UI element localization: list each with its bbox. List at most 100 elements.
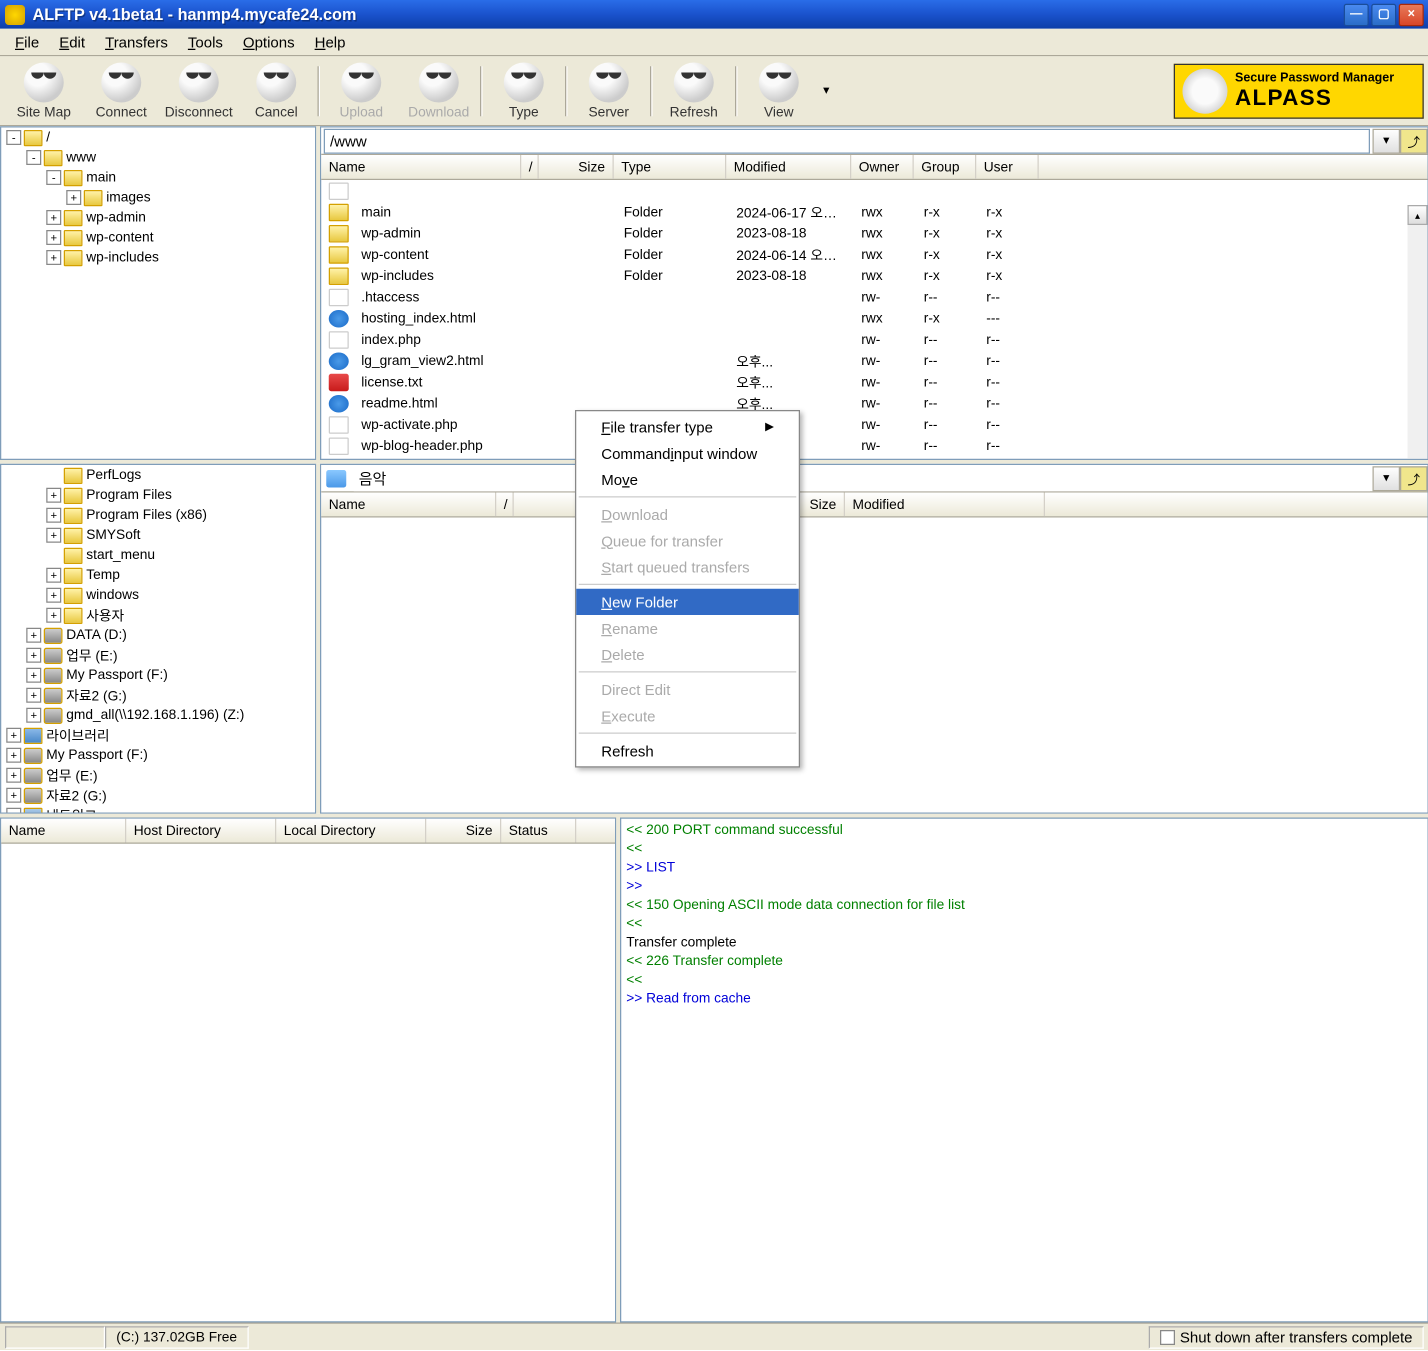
remote-row[interactable]: lg_gram_view2.html오후...rw-r--r--	[321, 350, 1427, 371]
local-tree-item[interactable]: +My Passport (F:)	[1, 745, 315, 765]
expand-icon[interactable]: +	[46, 568, 61, 583]
expand-icon[interactable]: +	[66, 190, 81, 205]
expand-icon[interactable]: +	[26, 648, 41, 663]
expand-icon[interactable]: +	[6, 748, 21, 763]
ctx-refresh[interactable]: Refresh	[576, 738, 799, 764]
local-list-body[interactable]	[321, 518, 1427, 813]
expand-icon[interactable]: +	[26, 628, 41, 643]
local-tree-item[interactable]: +windows	[1, 585, 315, 605]
local-tree-item[interactable]: +Program Files	[1, 485, 315, 505]
toolbar-server[interactable]: Server	[573, 58, 646, 123]
col-localdirectory[interactable]: Local Directory	[276, 819, 426, 843]
remote-row[interactable]: wp-blog-header.phprw-r--r--	[321, 435, 1427, 456]
col-group[interactable]: Group	[914, 155, 977, 179]
remote-tree-item[interactable]: +wp-admin	[1, 208, 315, 228]
col-modified[interactable]: Modified	[845, 493, 1045, 517]
col-user[interactable]: User	[976, 155, 1039, 179]
remote-tree-item[interactable]: +wp-includes	[1, 248, 315, 268]
maximize-button[interactable]: ▢	[1371, 3, 1396, 26]
expand-icon[interactable]: +	[6, 768, 21, 783]
expand-icon[interactable]: -	[26, 150, 41, 165]
alpass-banner[interactable]: Secure Password Manager ALPASS	[1174, 63, 1424, 118]
col-size[interactable]: Size	[539, 155, 614, 179]
remote-tree-item[interactable]: -www	[1, 148, 315, 168]
remote-row[interactable]	[321, 180, 1427, 201]
remote-row[interactable]: index.phprw-r--r--	[321, 329, 1427, 350]
menu-transfers[interactable]: Transfers	[95, 31, 178, 54]
toolbar-cancel[interactable]: Cancel	[240, 58, 313, 123]
menu-file[interactable]: File	[5, 31, 49, 54]
expand-icon[interactable]: +	[26, 688, 41, 703]
local-history-button[interactable]: ▾	[1373, 466, 1401, 491]
toolbar-upload[interactable]: Upload	[325, 58, 398, 123]
local-tree-item[interactable]: +start_menu	[1, 545, 315, 565]
remote-row[interactable]: wp-adminFolder2023-08-18rwxr-xr-x	[321, 223, 1427, 244]
toolbar-type[interactable]: Type	[488, 58, 561, 123]
local-tree-item[interactable]: +자료2 (G:)	[1, 785, 315, 805]
expand-icon[interactable]: -	[6, 130, 21, 145]
local-tree-item[interactable]: +DATA (D:)	[1, 625, 315, 645]
menu-help[interactable]: Help	[305, 31, 356, 54]
menu-edit[interactable]: Edit	[49, 31, 95, 54]
expand-icon[interactable]: +	[46, 488, 61, 503]
expand-icon[interactable]: +	[46, 608, 61, 623]
col-modified[interactable]: Modified	[726, 155, 851, 179]
remote-path-input[interactable]	[324, 128, 1370, 153]
local-tree-item[interactable]: +업무 (E:)	[1, 645, 315, 665]
remote-row[interactable]: readme.html오후...rw-r--r--	[321, 393, 1427, 414]
expand-icon[interactable]: +	[26, 708, 41, 723]
minimize-button[interactable]: —	[1344, 3, 1369, 26]
local-tree-item[interactable]: +업무 (E:)	[1, 765, 315, 785]
toolbar-view[interactable]: View	[743, 58, 816, 123]
remote-row[interactable]: wp-activate.phprw-r--r--	[321, 414, 1427, 435]
local-path-input[interactable]	[354, 466, 1370, 491]
scroll-up-icon[interactable]: ▴	[1408, 205, 1428, 225]
local-tree-item[interactable]: +SMYSoft	[1, 525, 315, 545]
ctx-command-input-window[interactable]: Command input window	[576, 440, 799, 466]
expand-icon[interactable]: +	[46, 210, 61, 225]
local-tree-item[interactable]: +Program Files (x86)	[1, 505, 315, 525]
col-owner[interactable]: Owner	[851, 155, 914, 179]
remote-tree-item[interactable]: -main	[1, 168, 315, 188]
expand-icon[interactable]: +	[46, 250, 61, 265]
col-size[interactable]: Size	[426, 819, 501, 843]
toolbar-connect[interactable]: Connect	[85, 58, 158, 123]
col-name[interactable]: Name	[1, 819, 126, 843]
col-status[interactable]: Status	[501, 819, 576, 843]
menu-tools[interactable]: Tools	[178, 31, 233, 54]
remote-tree-item[interactable]: +wp-content	[1, 228, 315, 248]
toolbar-refresh[interactable]: Refresh	[658, 58, 731, 123]
ctx-new-folder[interactable]: New Folder	[576, 589, 799, 615]
expand-icon[interactable]: +	[46, 588, 61, 603]
toolbar-disconnect[interactable]: Disconnect	[163, 58, 236, 123]
local-up-button[interactable]: ⤴	[1400, 466, 1428, 491]
local-tree-item[interactable]: +라이브러리	[1, 725, 315, 745]
remote-row[interactable]: mainFolder2024-06-17 오후...rwxr-xr-x	[321, 201, 1427, 222]
local-tree-item[interactable]: +My Passport (F:)	[1, 665, 315, 685]
local-tree-item[interactable]: +네트워크	[1, 805, 315, 814]
ctx-file-transfer-type[interactable]: File transfer type▶	[576, 414, 799, 440]
expand-icon[interactable]: +	[6, 788, 21, 803]
expand-icon[interactable]: +	[46, 508, 61, 523]
remote-row[interactable]: wp-includesFolder2023-08-18rwxr-xr-x	[321, 265, 1427, 286]
remote-row[interactable]: .htaccessrw-r--r--	[321, 286, 1427, 307]
remote-tree-item[interactable]: +images	[1, 188, 315, 208]
remote-up-button[interactable]: ⤴	[1400, 128, 1428, 153]
col-name[interactable]: Name	[321, 155, 521, 179]
expand-icon[interactable]: -	[46, 170, 61, 185]
local-tree-item[interactable]: +Temp	[1, 565, 315, 585]
col-type[interactable]: Type	[614, 155, 727, 179]
expand-icon[interactable]: +	[26, 668, 41, 683]
local-tree-item[interactable]: +자료2 (G:)	[1, 685, 315, 705]
toolbar-more-button[interactable]	[818, 66, 836, 116]
local-tree-item[interactable]: +gmd_all(\\192.168.1.196) (Z:)	[1, 705, 315, 725]
col-hostdirectory[interactable]: Host Directory	[126, 819, 276, 843]
toolbar-site-map[interactable]: Site Map	[8, 58, 81, 123]
remote-tree-item[interactable]: -/	[1, 128, 315, 148]
close-button[interactable]: ×	[1399, 3, 1424, 26]
expand-icon[interactable]: +	[46, 528, 61, 543]
ctx-move[interactable]: Move	[576, 466, 799, 492]
remote-history-button[interactable]: ▾	[1373, 128, 1401, 153]
expand-icon[interactable]: +	[6, 728, 21, 743]
toolbar-download[interactable]: Download	[403, 58, 476, 123]
